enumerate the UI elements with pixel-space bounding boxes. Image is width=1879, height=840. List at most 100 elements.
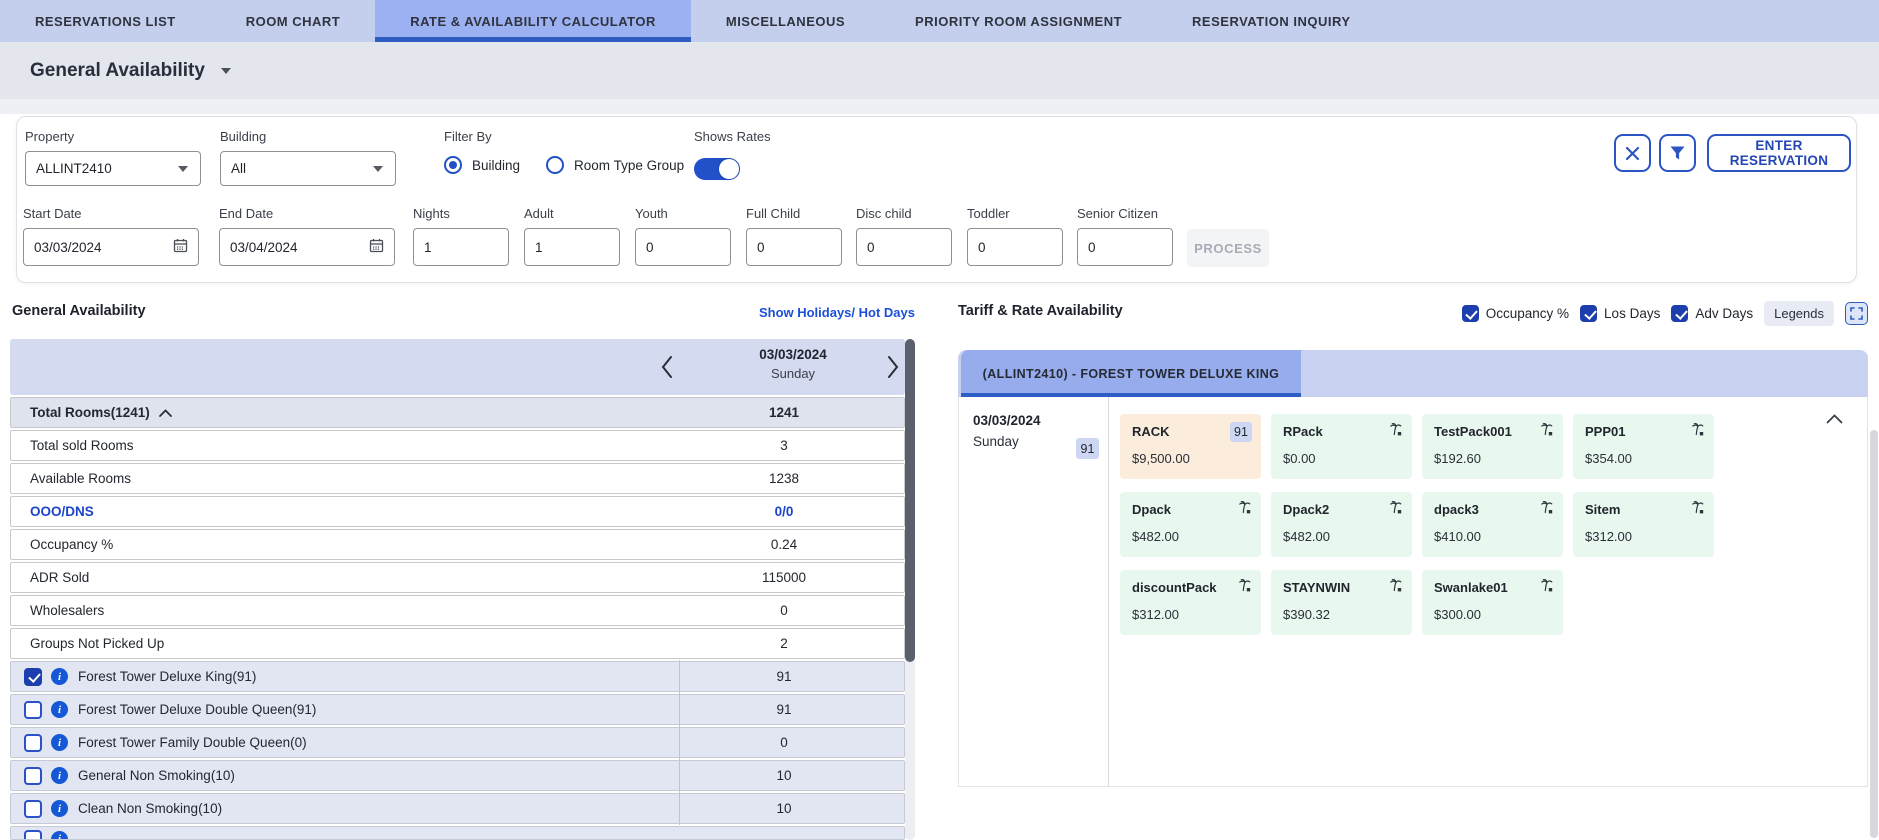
- youth-value: 0: [646, 239, 654, 255]
- room-type-checkbox[interactable]: [24, 766, 42, 785]
- room-type-checkbox[interactable]: [24, 667, 42, 686]
- table-scrollbar-thumb[interactable]: [905, 339, 915, 662]
- room-type-checkbox[interactable]: [24, 733, 42, 752]
- info-icon[interactable]: [51, 668, 68, 685]
- rate-price: $300.00: [1434, 607, 1481, 622]
- full-child-input[interactable]: 0: [746, 228, 842, 266]
- package-icon: [1689, 499, 1705, 518]
- chevron-down-icon[interactable]: [220, 67, 231, 74]
- disc-child-value: 0: [867, 239, 875, 255]
- shows-rates-toggle[interactable]: [694, 158, 740, 180]
- rate-price: $410.00: [1434, 529, 1481, 544]
- rate-card[interactable]: discountPack $312.00: [1120, 570, 1261, 635]
- metric-label: Total sold Rooms: [30, 438, 134, 453]
- building-select[interactable]: All: [220, 151, 396, 186]
- nav-tab[interactable]: ROOM CHART: [211, 0, 376, 42]
- rate-card[interactable]: RPack $0.00: [1271, 414, 1412, 479]
- expand-icon[interactable]: [1845, 302, 1868, 325]
- senior-citizen-label: Senior Citizen: [1077, 206, 1158, 221]
- legends-button[interactable]: Legends: [1764, 301, 1834, 326]
- property-select[interactable]: ALLINT2410: [25, 151, 201, 186]
- room-type-tab[interactable]: (ALLINT2410) - FOREST TOWER DELUXE KING: [961, 350, 1301, 397]
- youth-label: Youth: [635, 206, 668, 221]
- table-row: Clean Non Smoking(10) 10: [10, 792, 905, 825]
- show-holidays-link[interactable]: Show Holidays/ Hot Days: [655, 305, 915, 320]
- info-icon[interactable]: [51, 734, 68, 751]
- calendar-icon[interactable]: [368, 237, 385, 257]
- table-row: Forest Tower Deluxe King(91) 91: [10, 660, 905, 693]
- adult-input[interactable]: 1: [524, 228, 620, 266]
- building-field: Building All: [220, 129, 396, 186]
- title-bar: General Availability: [0, 42, 1879, 99]
- nights-input[interactable]: 1: [413, 228, 509, 266]
- header-date: 03/03/2024: [759, 347, 827, 362]
- start-date-input[interactable]: 03/03/2024: [23, 228, 199, 266]
- availability-panel-title: General Availability: [12, 303, 146, 319]
- filter-by-radio[interactable]: [546, 156, 565, 174]
- rate-plan-name: Dpack: [1132, 502, 1172, 517]
- filter-button[interactable]: [1659, 134, 1696, 172]
- nav-tab[interactable]: PRIORITY ROOM ASSIGNMENT: [880, 0, 1157, 42]
- rate-card[interactable]: TestPack001 $192.60: [1422, 414, 1563, 479]
- rate-price: $390.32: [1283, 607, 1330, 622]
- senior-citizen-input[interactable]: 0: [1077, 228, 1173, 266]
- disc-child-input[interactable]: 0: [856, 228, 952, 266]
- nav-tab[interactable]: RESERVATIONS LIST: [0, 0, 211, 42]
- rate-card[interactable]: dpack3 $410.00: [1422, 492, 1563, 557]
- rate-card[interactable]: Swanlake01 $300.00: [1422, 570, 1563, 635]
- table-row: Groups Not Picked Up 2: [10, 628, 905, 659]
- rate-card[interactable]: Dpack2 $482.00: [1271, 492, 1412, 557]
- rate-plan-name: Swanlake01: [1434, 580, 1508, 595]
- filter-by-radio[interactable]: [444, 156, 462, 174]
- info-icon[interactable]: [51, 800, 68, 817]
- toddler-field: Toddler 0: [967, 206, 1063, 266]
- rate-card[interactable]: Dpack $482.00: [1120, 492, 1261, 557]
- nav-tab[interactable]: RATE & AVAILABILITY CALCULATOR: [375, 0, 691, 42]
- info-icon[interactable]: [51, 701, 68, 718]
- collapse-icon[interactable]: [1826, 412, 1843, 427]
- shows-rates-group: Shows Rates: [694, 129, 771, 180]
- radio-label: Room Type Group: [574, 157, 685, 173]
- info-icon[interactable]: [51, 830, 68, 839]
- senior-citizen-value: 0: [1088, 239, 1096, 255]
- rate-card[interactable]: Sitem $312.00: [1573, 492, 1714, 557]
- info-icon[interactable]: [51, 767, 68, 784]
- option-label: Occupancy %: [1485, 306, 1570, 321]
- toddler-input[interactable]: 0: [967, 228, 1063, 266]
- room-type-checkbox[interactable]: [24, 830, 42, 839]
- enter-reservation-button[interactable]: ENTER RESERVATION: [1707, 134, 1851, 172]
- option-checkbox[interactable]: [1580, 305, 1598, 322]
- rate-price: $482.00: [1132, 529, 1179, 544]
- tariff-option[interactable]: Occupancy %: [1461, 305, 1570, 322]
- room-type-value: 91: [776, 669, 792, 684]
- tariff-option[interactable]: Los Days: [1580, 305, 1660, 322]
- room-type-checkbox[interactable]: [24, 700, 42, 719]
- radio-label: Building: [472, 157, 521, 173]
- clear-button[interactable]: [1614, 134, 1651, 172]
- nav-tab[interactable]: RESERVATION INQUIRY: [1157, 0, 1386, 42]
- rate-price: $9,500.00: [1132, 451, 1190, 466]
- table-row: Total sold Rooms 3: [10, 430, 905, 461]
- page-title: General Availability: [30, 59, 205, 81]
- room-type-checkbox[interactable]: [24, 799, 42, 818]
- chevron-left-icon[interactable]: [660, 354, 674, 383]
- full-child-value: 0: [757, 239, 765, 255]
- chevron-right-icon[interactable]: [886, 354, 900, 383]
- end-date-label: End Date: [219, 206, 274, 221]
- rate-card[interactable]: STAYNWIN $390.32: [1271, 570, 1412, 635]
- tariff-option[interactable]: Adv Days: [1671, 305, 1753, 322]
- calendar-icon[interactable]: [172, 237, 189, 257]
- nav-tab[interactable]: MISCELLANEOUS: [691, 0, 880, 42]
- page-scrollbar-thumb[interactable]: [1870, 430, 1878, 838]
- process-button[interactable]: PROCESS: [1187, 229, 1269, 267]
- option-checkbox[interactable]: [1461, 305, 1479, 322]
- chevron-up-icon[interactable]: [158, 408, 172, 417]
- rate-plan-name: Sitem: [1585, 502, 1621, 517]
- youth-input[interactable]: 0: [635, 228, 731, 266]
- tariff-options: Occupancy % Los Days Adv Days Legends: [1160, 301, 1868, 326]
- rate-card[interactable]: PPP01 $354.00: [1573, 414, 1714, 479]
- end-date-input[interactable]: 03/04/2024: [219, 228, 395, 266]
- rate-card[interactable]: RACK 91 $9,500.00: [1120, 414, 1261, 479]
- metric-label: OOO/DNS: [30, 504, 94, 519]
- option-checkbox[interactable]: [1671, 305, 1689, 322]
